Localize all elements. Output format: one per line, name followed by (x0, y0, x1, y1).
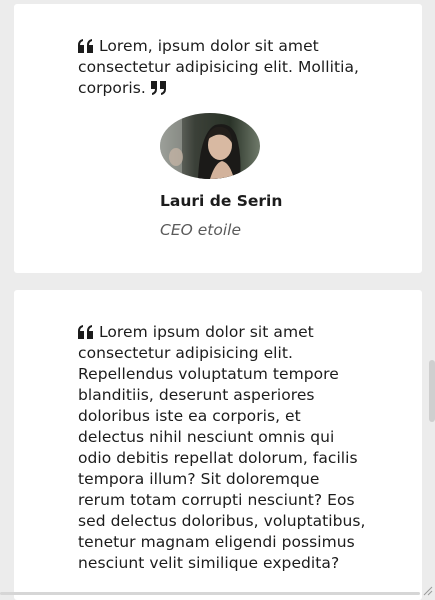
quote-text: Lorem, ipsum dolor sit amet consectetur … (78, 37, 359, 97)
testimonial-quote: Lorem ipsum dolor sit amet consectetur a… (78, 322, 368, 574)
quote-left-icon (78, 39, 94, 53)
resize-grip-icon[interactable] (423, 586, 433, 596)
author-role: CEO etoile (160, 221, 241, 239)
testimonial-card: Lorem, ipsum dolor sit amet consectetur … (14, 4, 422, 273)
testimonial-card: Lorem ipsum dolor sit amet consectetur a… (14, 290, 422, 600)
horizontal-scrollbar[interactable] (0, 592, 420, 595)
quote-right-icon (151, 81, 167, 95)
avatar (160, 113, 260, 179)
quote-text: Lorem ipsum dolor sit amet consectetur a… (78, 323, 366, 572)
author-name: Lauri de Serin (160, 192, 282, 210)
quote-left-icon (78, 325, 94, 339)
vertical-scrollbar-thumb[interactable] (429, 360, 435, 422)
testimonial-quote: Lorem, ipsum dolor sit amet consectetur … (78, 36, 368, 99)
